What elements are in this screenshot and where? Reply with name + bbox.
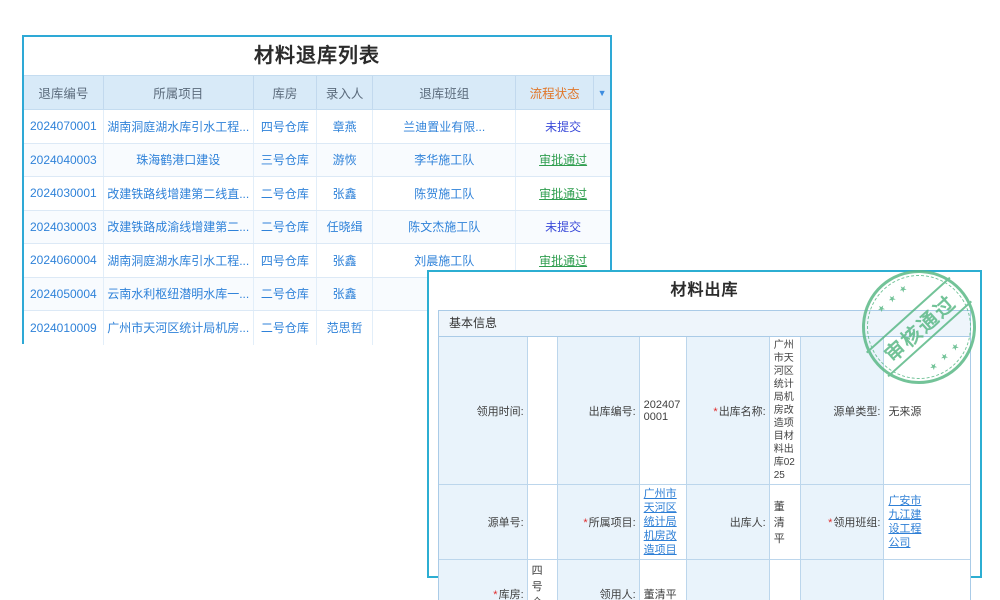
chevron-down-icon[interactable]: ▼	[598, 88, 607, 98]
return-id-cell[interactable]: 2024030003	[24, 211, 104, 244]
return-id-cell[interactable]: 2024050004	[24, 278, 104, 311]
status-cell[interactable]: 审批通过	[516, 144, 610, 177]
warehouse-cell: 四号仓库	[254, 110, 317, 143]
outbound-by-label: 出库人:	[686, 485, 769, 560]
col-header-warehouse: 库房	[254, 76, 317, 109]
status-filter-dropdown[interactable]: ▼	[594, 76, 610, 109]
warehouse-cell: 四号仓库	[254, 244, 317, 277]
team-cell: 李华施工队	[373, 144, 516, 177]
collect-team-link[interactable]: 广安市九江建设工程公司	[888, 494, 928, 550]
project-cell: 云南水利枢纽潜明水库一...	[104, 278, 254, 311]
project-link[interactable]: 广州市天河区统计局机房改造项目	[644, 488, 677, 556]
project-label: *所属项目:	[558, 485, 639, 560]
outbound-form-panel: 材料出库 基本信息 领用时间: 出库编号: 2024070001 *出库名称: …	[427, 270, 982, 578]
warehouse-cell: 二号仓库	[254, 177, 317, 210]
team-cell: 陈贺施工队	[373, 177, 516, 210]
return-list-header-row: 退库编号 所属项目 库房 录入人 退库班组 流程状态 ▼	[24, 75, 610, 110]
project-cell: 湖南洞庭湖水库引水工程...	[104, 244, 254, 277]
status-cell: 未提交	[516, 110, 610, 143]
screen: 材料退库列表 退库编号 所属项目 库房 录入人 退库班组 流程状态 ▼ 2024…	[0, 0, 1000, 600]
collector-label: 领用人:	[558, 560, 639, 600]
outbound-form-title: 材料出库	[429, 272, 980, 310]
entry-by-cell: 张鑫	[317, 244, 373, 277]
col-header-status[interactable]: 流程状态	[516, 76, 594, 109]
warehouse-cell: 二号仓库	[254, 311, 317, 345]
table-row[interactable]: 2024030003 改建铁路成渝线增建第二... 二号仓库 任晓缉 陈文杰施工…	[24, 211, 610, 245]
collect-team-label: *领用班组:	[800, 485, 884, 560]
entry-by-cell: 游恢	[317, 144, 373, 177]
source-no-value	[527, 485, 558, 560]
warehouse-cell: 三号仓库	[254, 144, 317, 177]
entry-by-cell: 张鑫	[317, 278, 373, 311]
return-id-cell[interactable]: 2024060004	[24, 244, 104, 277]
required-asterisk: *	[713, 406, 717, 418]
col-header-project: 所属项目	[104, 76, 254, 109]
required-asterisk: *	[493, 589, 497, 600]
empty-label-cell	[800, 560, 884, 600]
required-asterisk: *	[828, 517, 832, 529]
warehouse-value[interactable]: 四号仓库	[527, 560, 558, 600]
return-id-cell[interactable]: 2024010009	[24, 311, 104, 345]
table-row[interactable]: 2024040003 珠海鹤港口建设 三号仓库 游恢 李华施工队 审批通过	[24, 144, 610, 178]
source-no-label: 源单号:	[439, 485, 527, 560]
entry-by-cell: 范思哲	[317, 311, 373, 345]
empty-label-cell	[686, 560, 769, 600]
warehouse-label: *库房:	[439, 560, 527, 600]
required-asterisk: *	[583, 517, 587, 529]
empty-value-cell	[884, 560, 970, 600]
table-row[interactable]: 2024070001 湖南洞庭湖水库引水工程... 四号仓库 章燕 兰迪置业有限…	[24, 110, 610, 144]
col-header-entry-by: 录入人	[317, 76, 373, 109]
outbound-form-table: 领用时间: 出库编号: 2024070001 *出库名称: 广州市天河区统计局机…	[439, 337, 970, 600]
warehouse-cell: 二号仓库	[254, 211, 317, 244]
return-id-cell[interactable]: 2024040003	[24, 144, 104, 177]
team-cell: 陈文杰施工队	[373, 211, 516, 244]
source-type-value: 无来源	[884, 337, 970, 485]
project-value[interactable]: 广州市天河区统计局机房改造项目	[639, 485, 686, 560]
col-header-team: 退库班组	[373, 76, 516, 109]
return-id-cell[interactable]: 2024070001	[24, 110, 104, 143]
entry-by-cell: 任晓缉	[317, 211, 373, 244]
project-cell: 改建铁路成渝线增建第二...	[104, 211, 254, 244]
project-cell: 珠海鹤港口建设	[104, 144, 254, 177]
collector-value: 董清平	[639, 560, 686, 600]
table-row[interactable]: 2024030001 改建铁路线增建第二线直... 二号仓库 张鑫 陈贺施工队 …	[24, 177, 610, 211]
status-cell: 未提交	[516, 211, 610, 244]
col-header-return-id: 退库编号	[24, 76, 104, 109]
return-id-cell[interactable]: 2024030001	[24, 177, 104, 210]
project-cell: 广州市天河区统计局机房...	[104, 311, 254, 345]
collect-time-value[interactable]	[527, 337, 558, 485]
entry-by-cell: 张鑫	[317, 177, 373, 210]
outbound-name-value[interactable]: 广州市天河区统计局机房改造项目材料出库0225	[769, 337, 800, 485]
status-cell[interactable]: 审批通过	[516, 177, 610, 210]
warehouse-cell: 二号仓库	[254, 278, 317, 311]
collect-time-label: 领用时间:	[439, 337, 527, 485]
entry-by-cell: 章燕	[317, 110, 373, 143]
project-cell: 湖南洞庭湖水库引水工程...	[104, 110, 254, 143]
project-cell: 改建铁路线增建第二线直...	[104, 177, 254, 210]
outbound-name-label: *出库名称:	[686, 337, 769, 485]
source-type-label: 源单类型:	[800, 337, 884, 485]
outbound-no-label: 出库编号:	[558, 337, 639, 485]
empty-value-cell	[769, 560, 800, 600]
outbound-by-value: 董清平	[769, 485, 800, 560]
outbound-no-value: 2024070001	[639, 337, 686, 485]
team-cell: 兰迪置业有限...	[373, 110, 516, 143]
collect-team-value[interactable]: 广安市九江建设工程公司	[884, 485, 970, 560]
section-header-basic-info: 基本信息	[439, 311, 970, 337]
basic-info-block: 基本信息 领用时间: 出库编号: 2024070001 *出库名称: 广州市天河…	[438, 310, 971, 600]
return-list-title: 材料退库列表	[24, 37, 610, 75]
